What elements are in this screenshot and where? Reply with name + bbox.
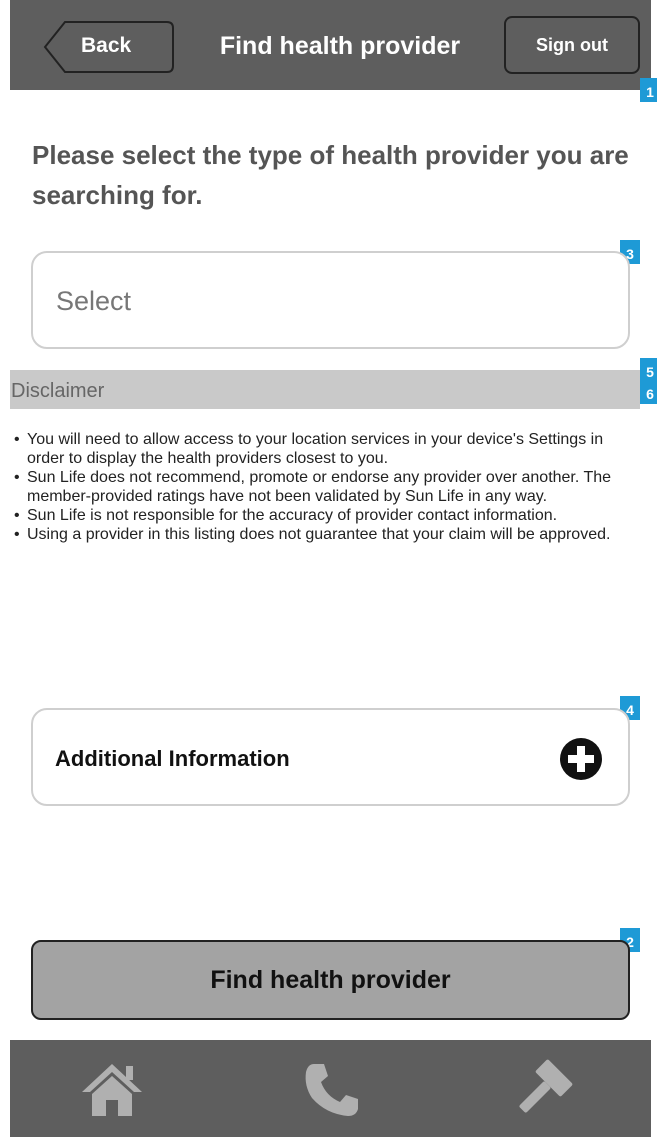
provider-type-select-value: Select bbox=[56, 286, 132, 316]
sign-out-button[interactable]: Sign out bbox=[504, 16, 640, 74]
additional-information-label: Additional Information bbox=[55, 746, 290, 771]
back-button-label: Back bbox=[81, 34, 132, 57]
disclaimer-item: Sun Life does not recommend, promote or … bbox=[12, 468, 640, 506]
disclaimer-item: You will need to allow access to your lo… bbox=[12, 430, 640, 468]
gavel-icon[interactable] bbox=[510, 1058, 574, 1122]
page-title: Find health provider bbox=[219, 32, 461, 60]
plus-circle-icon[interactable] bbox=[559, 737, 603, 781]
bottom-tab-bar bbox=[10, 1040, 651, 1137]
provider-type-select[interactable]: Select bbox=[31, 251, 630, 349]
select-provider-prompt: Please select the type of health provide… bbox=[32, 140, 629, 210]
back-button[interactable]: Back bbox=[43, 20, 175, 74]
disclaimer-item: Sun Life is not responsible for the accu… bbox=[12, 506, 640, 525]
phone-icon[interactable] bbox=[300, 1058, 364, 1122]
disclaimer-header: Disclaimer bbox=[10, 370, 640, 409]
annotation-marker-5: 5 bbox=[640, 358, 657, 382]
annotation-marker-1: 1 bbox=[640, 78, 657, 102]
home-icon[interactable] bbox=[80, 1058, 144, 1122]
find-health-provider-screen: Back Find health provider Sign out 1 3 5… bbox=[0, 0, 657, 1137]
disclaimer-item: Using a provider in this listing does no… bbox=[12, 525, 640, 544]
disclaimer-label: Disclaimer bbox=[11, 380, 105, 402]
annotation-marker-6: 6 bbox=[640, 380, 657, 404]
disclaimer-list: You will need to allow access to your lo… bbox=[12, 430, 640, 544]
header-bar: Back Find health provider Sign out bbox=[10, 0, 651, 90]
additional-information-toggle[interactable]: Additional Information bbox=[31, 708, 630, 806]
find-health-provider-button[interactable]: Find health provider bbox=[31, 940, 630, 1020]
